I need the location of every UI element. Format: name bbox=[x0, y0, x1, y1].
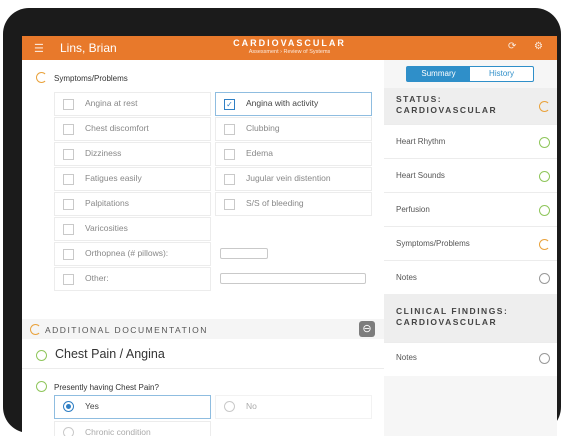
chest-pain-section-title: Chest Pain / Angina bbox=[55, 347, 165, 361]
checkbox-fatigues-easily[interactable]: Fatigues easily bbox=[54, 167, 211, 191]
status-item-heart-sounds[interactable]: Heart Sounds bbox=[384, 158, 557, 192]
summary-history-toggle: Summary History bbox=[406, 66, 534, 82]
checkbox-icon bbox=[224, 124, 235, 135]
other-symptom-input[interactable] bbox=[220, 273, 366, 284]
status-title-line1: STATUS: bbox=[396, 94, 443, 104]
checkbox-label: Other: bbox=[85, 273, 109, 283]
radio-selected-icon bbox=[63, 401, 74, 412]
assessment-form: Symptoms/Problems Angina at rest ✓ Angin… bbox=[22, 60, 384, 436]
clinical-title-line1: CLINICAL FINDINGS: bbox=[396, 306, 509, 316]
breadcrumb: Assessment › Review of Systems bbox=[248, 49, 331, 55]
checkbox-label: Orthopnea (# pillows): bbox=[85, 248, 169, 258]
status-item-notes[interactable]: Notes bbox=[384, 260, 557, 294]
checkbox-label: Chest discomfort bbox=[85, 123, 149, 133]
checkbox-label: Varicosities bbox=[85, 223, 128, 233]
checkbox-ss-of-bleeding[interactable]: S/S of bleeding bbox=[215, 192, 372, 216]
additional-documentation-bar[interactable]: ADDITIONAL DOCUMENTATION ⊖ bbox=[22, 319, 384, 339]
status-title-line2: CARDIOVASCULAR bbox=[396, 105, 498, 115]
radio-icon bbox=[224, 401, 235, 412]
checkbox-label: Clubbing bbox=[246, 123, 280, 133]
radio-yes[interactable]: Yes bbox=[54, 395, 211, 419]
checkbox-edema[interactable]: Edema bbox=[215, 142, 372, 166]
in-progress-status-icon bbox=[36, 72, 47, 83]
checkbox-icon bbox=[63, 199, 74, 210]
additional-documentation-title: ADDITIONAL DOCUMENTATION bbox=[45, 325, 208, 335]
checkbox-jugular-vein-distention[interactable]: Jugular vein distention bbox=[215, 167, 372, 191]
radio-no[interactable]: No bbox=[215, 395, 372, 419]
tablet-frame: ☰ Lins, Brian CARDIOVASCULAR Assessment … bbox=[3, 8, 561, 436]
checkbox-angina-with-activity[interactable]: ✓ Angina with activity bbox=[215, 92, 372, 116]
status-item-label: Heart Rhythm bbox=[396, 137, 446, 146]
checkbox-icon bbox=[63, 274, 74, 285]
checkbox-icon bbox=[63, 174, 74, 185]
status-item-symptoms-problems[interactable]: Symptoms/Problems bbox=[384, 226, 557, 260]
status-item-label: Perfusion bbox=[396, 205, 430, 214]
checkbox-palpitations[interactable]: Palpitations bbox=[54, 192, 211, 216]
checkbox-icon bbox=[63, 249, 74, 260]
clinical-findings-header: CLINICAL FINDINGS: CARDIOVASCULAR bbox=[384, 294, 557, 342]
symptoms-section-title: Symptoms/Problems bbox=[54, 74, 128, 83]
checkbox-label: Angina at rest bbox=[85, 98, 138, 108]
clinical-item-label: Notes bbox=[396, 353, 417, 362]
status-header: STATUS: CARDIOVASCULAR bbox=[384, 88, 557, 124]
status-item-label: Heart Sounds bbox=[396, 171, 445, 180]
orthopnea-pillows-input[interactable] bbox=[220, 248, 268, 259]
clinical-title-line2: CARDIOVASCULAR bbox=[396, 317, 498, 327]
refresh-icon[interactable]: ⟳ bbox=[508, 41, 516, 52]
checkbox-label: S/S of bleeding bbox=[246, 198, 304, 208]
app-screen: ☰ Lins, Brian CARDIOVASCULAR Assessment … bbox=[22, 36, 557, 436]
status-item-label: Symptoms/Problems bbox=[396, 239, 470, 248]
checkbox-varicosities[interactable]: Varicosities bbox=[54, 217, 211, 241]
empty-status-icon bbox=[539, 353, 550, 364]
radio-label: No bbox=[246, 401, 257, 411]
checkbox-icon bbox=[224, 199, 235, 210]
status-item-heart-rhythm[interactable]: Heart Rhythm bbox=[384, 124, 557, 158]
checkbox-orthopnea[interactable]: Orthopnea (# pillows): bbox=[54, 242, 211, 266]
checkbox-icon bbox=[63, 224, 74, 235]
check-circle-icon bbox=[539, 205, 550, 216]
checkbox-label: Jugular vein distention bbox=[246, 173, 331, 183]
checkbox-label: Palpitations bbox=[85, 198, 129, 208]
app-header: ☰ Lins, Brian CARDIOVASCULAR Assessment … bbox=[22, 36, 557, 60]
checkbox-clubbing[interactable]: Clubbing bbox=[215, 117, 372, 141]
check-circle-icon bbox=[539, 137, 550, 148]
checkbox-other[interactable]: Other: bbox=[54, 267, 211, 291]
summary-sidebar: Summary History STATUS: CARDIOVASCULAR H… bbox=[384, 60, 557, 436]
status-item-perfusion[interactable]: Perfusion bbox=[384, 192, 557, 226]
checkbox-icon bbox=[224, 174, 235, 185]
section-divider bbox=[22, 368, 384, 369]
checkbox-icon bbox=[63, 149, 74, 160]
checkbox-label: Dizziness bbox=[85, 148, 122, 158]
settings-icon[interactable]: ⚙ bbox=[534, 41, 543, 52]
checkmark-icon: ✓ bbox=[224, 99, 235, 110]
checkbox-chest-discomfort[interactable]: Chest discomfort bbox=[54, 117, 211, 141]
status-item-label: Notes bbox=[396, 273, 417, 282]
radio-chronic-condition[interactable]: Chronic condition bbox=[54, 421, 211, 436]
checkbox-label: Fatigues easily bbox=[85, 173, 142, 183]
tab-summary[interactable]: Summary bbox=[407, 67, 470, 81]
page-title: CARDIOVASCULAR bbox=[233, 38, 346, 48]
checkbox-icon bbox=[63, 124, 74, 135]
in-progress-status-icon bbox=[539, 239, 550, 250]
checkbox-icon bbox=[224, 149, 235, 160]
empty-status-icon bbox=[539, 273, 550, 284]
checkbox-label: Edema bbox=[246, 148, 273, 158]
complete-status-icon bbox=[36, 350, 47, 361]
checkbox-icon bbox=[63, 99, 74, 110]
radio-label: Yes bbox=[85, 401, 99, 411]
checkbox-dizziness[interactable]: Dizziness bbox=[54, 142, 211, 166]
checkbox-angina-at-rest[interactable]: Angina at rest bbox=[54, 92, 211, 116]
checkbox-label: Angina with activity bbox=[246, 98, 319, 108]
check-circle-icon bbox=[539, 171, 550, 182]
in-progress-status-icon bbox=[30, 324, 41, 335]
in-progress-status-icon bbox=[539, 101, 550, 112]
tab-history[interactable]: History bbox=[470, 67, 533, 81]
chest-pain-question: Presently having Chest Pain? bbox=[54, 383, 159, 392]
clinical-item-notes[interactable]: Notes bbox=[384, 342, 557, 376]
minus-circle-icon[interactable]: ⊖ bbox=[359, 321, 375, 337]
complete-status-icon bbox=[36, 381, 47, 392]
